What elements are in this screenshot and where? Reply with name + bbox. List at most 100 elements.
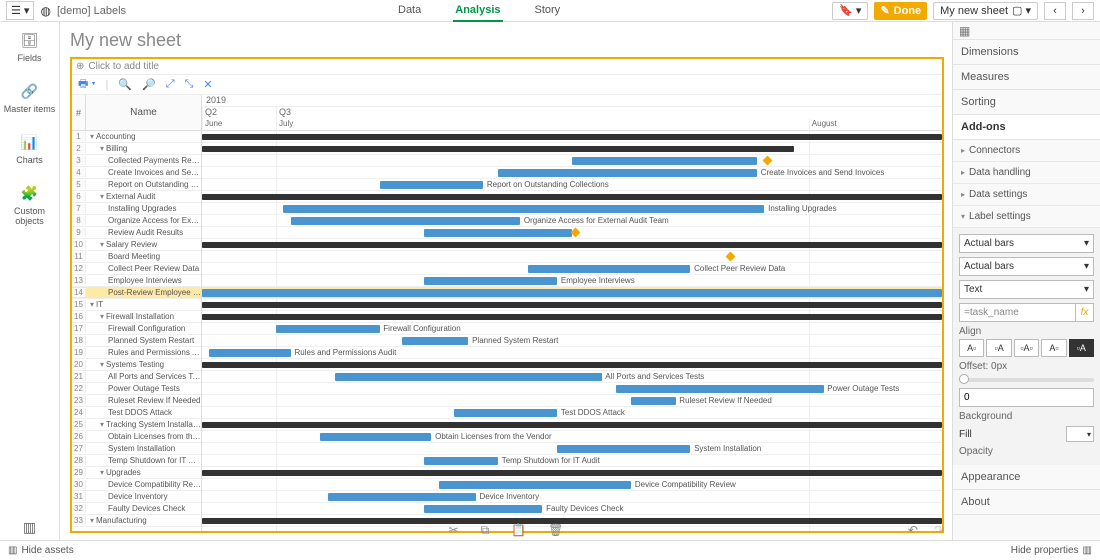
fit-icon[interactable]: ⤢ <box>166 78 175 91</box>
menu-button[interactable]: ☰ ▾ <box>6 1 34 20</box>
copy-icon[interactable]: ⧉ <box>481 523 490 538</box>
prev-sheet-button[interactable]: ‹ <box>1044 2 1066 20</box>
delete-icon[interactable]: 🗑 <box>548 523 563 537</box>
table-row[interactable]: 19Rules and Permissions Audit <box>72 347 201 359</box>
task-bar[interactable] <box>616 385 823 393</box>
align-left-in[interactable]: ▫A <box>986 339 1011 357</box>
section-measures[interactable]: Measures <box>953 65 1100 90</box>
table-row[interactable]: 21All Ports and Services Tests <box>72 371 201 383</box>
sheet-selector[interactable]: My new sheet ▢ ▾ <box>933 2 1038 20</box>
task-bar[interactable] <box>402 337 469 345</box>
nav-story[interactable]: Story <box>533 0 563 22</box>
asset-custom[interactable]: 🧩Custom objects <box>0 175 59 236</box>
align-right-in[interactable]: A▫ <box>1041 339 1066 357</box>
table-row[interactable]: 30Device Compatibility Review <box>72 479 201 491</box>
milestone-diamond[interactable] <box>571 228 581 238</box>
asset-master-items[interactable]: 🔗Master items <box>0 73 59 124</box>
zoom-out-icon[interactable]: 🔎 <box>142 78 156 91</box>
paste-icon[interactable]: 📋 <box>511 523 526 537</box>
task-bar[interactable] <box>424 457 498 465</box>
zoom-in-icon[interactable]: 🔍 <box>118 78 132 91</box>
asset-fields[interactable]: 🗄Fields <box>0 22 59 73</box>
sub-connectors[interactable]: Connectors <box>953 140 1100 162</box>
offset-input[interactable] <box>959 388 1094 407</box>
task-bar[interactable] <box>320 433 431 441</box>
table-row[interactable]: 4Create Invoices and Send Invoices <box>72 167 201 179</box>
sheet-title[interactable]: My new sheet <box>70 30 944 51</box>
table-row[interactable]: 28Temp Shutdown for IT Audit <box>72 455 201 467</box>
table-icon[interactable]: ▦ <box>959 24 970 38</box>
milestone-diamond[interactable] <box>763 156 773 166</box>
section-sorting[interactable]: Sorting <box>953 90 1100 115</box>
table-row[interactable]: 17Firewall Configuration <box>72 323 201 335</box>
table-row[interactable]: 24Test DDOS Attack <box>72 407 201 419</box>
table-row[interactable]: 25▾Tracking System Installation <box>72 419 201 431</box>
table-row[interactable]: 2▾Billing <box>72 143 201 155</box>
task-bar[interactable] <box>424 505 542 513</box>
task-bar[interactable] <box>439 481 631 489</box>
task-bar[interactable] <box>572 157 757 165</box>
table-row[interactable]: 22Power Outage Tests <box>72 383 201 395</box>
summary-bar[interactable] <box>202 470 942 476</box>
undo-icon[interactable]: ↶ <box>908 523 918 537</box>
task-bar[interactable] <box>202 289 942 297</box>
fill-color-picker[interactable]: ▾ <box>1066 426 1094 442</box>
table-row[interactable]: 9Review Audit Results <box>72 227 201 239</box>
bookmark-button[interactable]: 🔖 ▾ <box>832 2 868 20</box>
table-row[interactable]: 12Collect Peer Review Data <box>72 263 201 275</box>
offset-slider[interactable] <box>959 378 1094 382</box>
task-bar[interactable] <box>380 181 484 189</box>
summary-bar[interactable] <box>202 146 794 152</box>
summary-bar[interactable] <box>202 314 942 320</box>
label-expression-input[interactable]: =task_name <box>959 303 1076 322</box>
align-center[interactable]: ▫A▫ <box>1014 339 1039 357</box>
section-dimensions[interactable]: Dimensions <box>953 40 1100 65</box>
nav-data[interactable]: Data <box>396 0 423 22</box>
viz-title-placeholder[interactable]: Click to add title <box>88 61 159 72</box>
next-sheet-button[interactable]: › <box>1072 2 1094 20</box>
table-row[interactable]: 11Board Meeting <box>72 251 201 263</box>
sub-data-settings[interactable]: Data settings <box>953 184 1100 206</box>
task-bar[interactable] <box>498 169 757 177</box>
task-bar[interactable] <box>276 325 380 333</box>
task-bar[interactable] <box>283 205 764 213</box>
table-row[interactable]: 8Organize Access for External Audit Team <box>72 215 201 227</box>
summary-bar[interactable] <box>202 302 942 308</box>
redo-icon[interactable]: ↷ <box>934 523 944 537</box>
align-right-out[interactable]: ▫A <box>1069 339 1094 357</box>
label-select-bars[interactable]: Actual bars▾ <box>959 257 1094 276</box>
table-row[interactable]: 10▾Salary Review <box>72 239 201 251</box>
done-button[interactable]: ✎ Done <box>874 2 927 20</box>
cut-icon[interactable]: ✂ <box>449 523 459 537</box>
table-row[interactable]: 16▾Firewall Installation <box>72 311 201 323</box>
task-bar[interactable] <box>557 445 690 453</box>
label-group-header[interactable]: Actual bars▾ <box>959 234 1094 253</box>
expand-icon[interactable]: ⤡ <box>185 78 194 91</box>
section-addons[interactable]: Add-ons <box>953 115 1100 140</box>
table-row[interactable]: 3Collected Payments Review <box>72 155 201 167</box>
task-bar[interactable] <box>528 265 691 273</box>
hide-assets-button[interactable]: ▥ Hide assets <box>0 545 82 556</box>
sub-data-handling[interactable]: Data handling <box>953 162 1100 184</box>
table-row[interactable]: 26Obtain Licenses from the Vendor <box>72 431 201 443</box>
nav-analysis[interactable]: Analysis <box>453 0 502 22</box>
summary-bar[interactable] <box>202 362 942 368</box>
asset-charts[interactable]: 📊Charts <box>0 124 59 175</box>
table-row[interactable]: 31Device Inventory <box>72 491 201 503</box>
sub-label-settings[interactable]: Label settings <box>953 206 1100 228</box>
table-row[interactable]: 13Employee Interviews <box>72 275 201 287</box>
asset-collapse-icon[interactable]: ▥ <box>0 519 59 536</box>
table-row[interactable]: 7Installing Upgrades <box>72 203 201 215</box>
task-bar[interactable] <box>335 373 601 381</box>
table-row[interactable]: 29▾Upgrades <box>72 467 201 479</box>
table-row[interactable]: 14Post-Review Employee Interviews <box>72 287 201 299</box>
task-bar[interactable] <box>631 397 675 405</box>
table-row[interactable]: 23Ruleset Review If Needed <box>72 395 201 407</box>
hide-properties-button[interactable]: Hide properties ▥ <box>1003 545 1100 556</box>
summary-bar[interactable] <box>202 134 942 140</box>
summary-bar[interactable] <box>202 194 942 200</box>
task-bar[interactable] <box>454 409 558 417</box>
table-row[interactable]: 5Report on Outstanding Collections <box>72 179 201 191</box>
table-row[interactable]: 27System Installation <box>72 443 201 455</box>
align-left-out[interactable]: A▫ <box>959 339 984 357</box>
